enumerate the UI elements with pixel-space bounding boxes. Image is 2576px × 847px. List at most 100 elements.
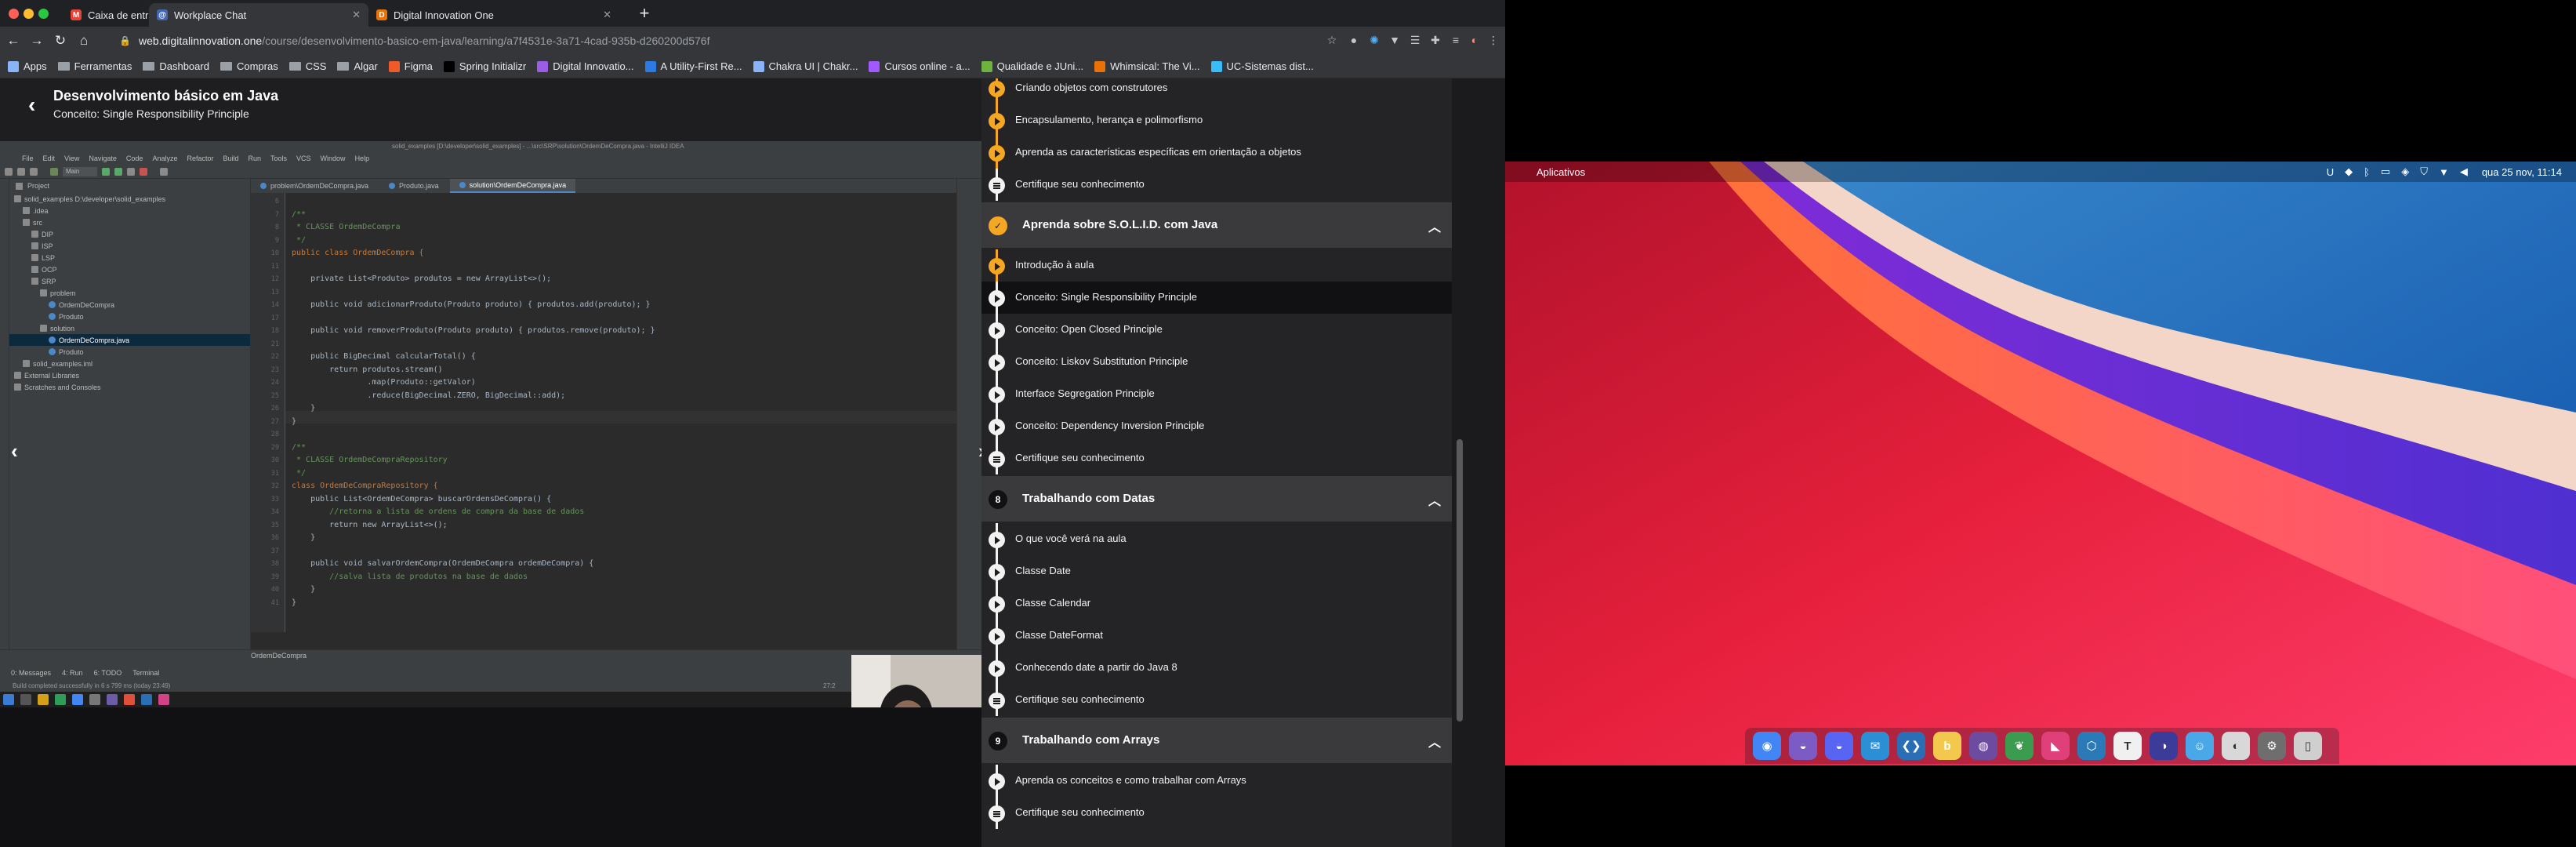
volume-icon[interactable]: ◀ bbox=[2460, 165, 2468, 178]
app-indicator-icon[interactable]: U bbox=[2327, 166, 2334, 178]
quiz-item[interactable]: Certifique seu conhecimento bbox=[981, 442, 1452, 474]
address-bar[interactable]: 🔒 web.digitalinnovation.one/course/desen… bbox=[110, 31, 1309, 50]
lesson-item[interactable]: Conceito: Open Closed Principle bbox=[981, 314, 1452, 346]
chrome-icon[interactable]: ◉ bbox=[1753, 732, 1781, 760]
settings-icon[interactable]: ⚙ bbox=[2258, 732, 2286, 760]
discord-icon[interactable]: ◒ bbox=[1825, 732, 1853, 760]
tab-digital-innovation-one[interactable]: D Digital Innovation One ✕ bbox=[368, 3, 619, 27]
forward-icon[interactable]: → bbox=[27, 33, 47, 49]
dropbox-icon[interactable]: ◈ bbox=[2401, 165, 2409, 178]
lesson-item[interactable]: Conceito: Dependency Inversion Principle bbox=[981, 410, 1452, 442]
previous-lesson-icon[interactable]: ‹ bbox=[11, 439, 18, 463]
profile-avatar-icon[interactable]: ◐ bbox=[1466, 31, 1483, 49]
bookmark-item[interactable]: CSS bbox=[288, 60, 326, 72]
tab-workplace-chat[interactable]: @ Workplace Chat ✕ bbox=[149, 3, 368, 27]
menu-kebab-icon[interactable]: ⋮ bbox=[1485, 31, 1502, 49]
close-tab-icon[interactable]: ✕ bbox=[603, 9, 611, 21]
lesson-item[interactable]: Aprenda as características específicas e… bbox=[981, 136, 1452, 169]
module-header[interactable]: 9 Trabalhando com Arrays ︿ bbox=[981, 718, 1452, 763]
quiz-item[interactable]: Certifique seu conhecimento bbox=[981, 684, 1452, 716]
disk-icon[interactable]: ◐ bbox=[2222, 732, 2250, 760]
mongodb-compass-icon[interactable]: ❦ bbox=[2005, 732, 2034, 760]
new-tab-button[interactable]: + bbox=[635, 4, 654, 23]
reload-icon[interactable]: ↻ bbox=[50, 33, 71, 49]
wifi-icon[interactable]: ▼ bbox=[2439, 166, 2449, 178]
thunderbird-icon[interactable]: ✉ bbox=[1861, 732, 1889, 760]
tree-label: solid_examples.iml bbox=[33, 359, 93, 368]
bookmark-item[interactable]: A Utility-First Re... bbox=[644, 60, 742, 72]
lesson-label: Aprenda os conceitos e como trabalhar co… bbox=[1015, 774, 1246, 786]
lesson-item[interactable]: Conceito: Single Responsibility Principl… bbox=[981, 282, 1452, 314]
quiz-item[interactable]: Certifique seu conhecimento bbox=[981, 169, 1452, 201]
bookmark-item[interactable]: Dashboard bbox=[143, 60, 209, 72]
extensions-puzzle-icon[interactable]: ✚ bbox=[1427, 31, 1444, 49]
close-window-icon[interactable] bbox=[9, 9, 19, 19]
video-player[interactable]: solid_examples [D:\developer\solid_examp… bbox=[0, 141, 1003, 707]
lesson-item[interactable]: Conhecendo date a partir do Java 8 bbox=[981, 652, 1452, 684]
bookmarks-bar: Apps Ferramentas Dashboard Compras CSS Algar F… bbox=[0, 55, 1505, 78]
virtualbox-icon[interactable]: ⬡ bbox=[2077, 732, 2106, 760]
applications-menu[interactable]: Aplicativos bbox=[1537, 166, 1585, 178]
lesson-item[interactable]: Interface Segregation Principle bbox=[981, 378, 1452, 410]
beekeeper-icon[interactable]: b bbox=[1933, 732, 1961, 760]
insomnia-icon[interactable]: ◍ bbox=[1969, 732, 1997, 760]
quiz-item[interactable]: Certifique seu conhecimento bbox=[981, 797, 1452, 829]
back-chevron-icon[interactable]: ‹ bbox=[28, 93, 35, 118]
bookmark-item[interactable]: Ferramentas bbox=[57, 60, 132, 72]
battery-icon[interactable]: ▭ bbox=[2381, 165, 2390, 178]
extension-icon[interactable]: ✺ bbox=[1366, 31, 1383, 49]
lesson-item[interactable]: Classe Calendar bbox=[981, 587, 1452, 620]
bookmark-item[interactable]: Qualidade e JUni... bbox=[981, 60, 1083, 72]
lesson-label: O que você verá na aula bbox=[1015, 533, 1127, 544]
module-header[interactable]: 8 Trabalhando com Datas ︿ bbox=[981, 476, 1452, 522]
lesson-item[interactable]: Classe DateFormat bbox=[981, 620, 1452, 652]
code-line: return produtos.stream() bbox=[292, 365, 443, 374]
bookmark-item[interactable]: Figma bbox=[388, 60, 433, 72]
bookmark-star-icon[interactable]: ☆ bbox=[1323, 31, 1341, 49]
shield-icon[interactable]: ⛉ bbox=[2420, 165, 2428, 178]
close-tab-icon[interactable]: ✕ bbox=[352, 9, 361, 21]
minimize-window-icon[interactable] bbox=[24, 9, 34, 19]
maximize-window-icon[interactable] bbox=[38, 9, 49, 19]
scrollbar-thumb[interactable] bbox=[1457, 439, 1463, 722]
extension-icon[interactable]: ▼ bbox=[1386, 31, 1403, 49]
extension-icon[interactable]: ☰ bbox=[1406, 31, 1424, 49]
bookmark-item[interactable]: UC-Sistemas dist... bbox=[1210, 60, 1314, 72]
extension-icon[interactable]: ● bbox=[1345, 31, 1362, 49]
finder-icon[interactable]: ☺ bbox=[2186, 732, 2214, 760]
bookmark-item[interactable]: Algar bbox=[337, 60, 378, 72]
lesson-item[interactable]: Conceito: Liskov Substitution Principle bbox=[981, 346, 1452, 378]
module-header[interactable]: ✓ Aprenda sobre S.O.L.I.D. com Java ︿ bbox=[981, 202, 1452, 248]
bluetooth-icon[interactable]: ᛒ bbox=[2364, 166, 2370, 178]
bookmark-item[interactable]: Digital Innovatio... bbox=[537, 60, 634, 72]
bookmark-item[interactable]: Chakra UI | Chakr... bbox=[753, 60, 858, 72]
back-icon[interactable]: ← bbox=[3, 33, 24, 49]
bookmark-item[interactable]: Spring Initializr bbox=[443, 60, 526, 72]
media-icon[interactable]: ≡ bbox=[1447, 31, 1464, 49]
chevron-up-icon[interactable]: ︿ bbox=[1428, 490, 1441, 509]
bookmark-item[interactable]: Cursos online - a... bbox=[869, 60, 971, 72]
sidebar-scrollbar[interactable] bbox=[1455, 78, 1466, 847]
typora-icon[interactable]: T bbox=[2113, 732, 2142, 760]
eclipse-icon[interactable]: ◑ bbox=[2150, 732, 2178, 760]
lesson-item[interactable]: Classe Date bbox=[981, 555, 1452, 587]
jetbrains-icon[interactable]: ◣ bbox=[2041, 732, 2070, 760]
trash-icon[interactable]: ▯ bbox=[2294, 732, 2322, 760]
lesson-item[interactable]: Introdução à aula bbox=[981, 249, 1452, 282]
chevron-up-icon[interactable]: ︿ bbox=[1428, 216, 1441, 235]
discord-ptb-icon[interactable]: ◒ bbox=[1789, 732, 1817, 760]
notifications-icon[interactable]: ◆ bbox=[2345, 165, 2353, 178]
home-icon[interactable]: ⌂ bbox=[74, 33, 94, 49]
lesson-item[interactable]: Encapsulamento, herança e polimorfismo bbox=[981, 104, 1452, 136]
clock[interactable]: qua 25 nov, 11:14 bbox=[2482, 166, 2562, 178]
lesson-item[interactable]: O que você verá na aula bbox=[981, 523, 1452, 555]
lesson-item[interactable]: Aprenda os conceitos e como trabalhar co… bbox=[981, 765, 1452, 797]
vscode-icon[interactable]: ❮❯ bbox=[1897, 732, 1925, 760]
bookmark-item[interactable]: Whimsical: The Vi... bbox=[1094, 60, 1200, 72]
stop-icon bbox=[140, 168, 147, 176]
chevron-up-icon[interactable]: ︿ bbox=[1428, 732, 1441, 751]
bookmark-item[interactable]: Apps bbox=[8, 60, 47, 72]
lock-icon[interactable]: 🔒 bbox=[119, 35, 131, 46]
lesson-item[interactable]: Criando objetos com construtores bbox=[981, 78, 1452, 104]
bookmark-item[interactable]: Compras bbox=[220, 60, 278, 72]
